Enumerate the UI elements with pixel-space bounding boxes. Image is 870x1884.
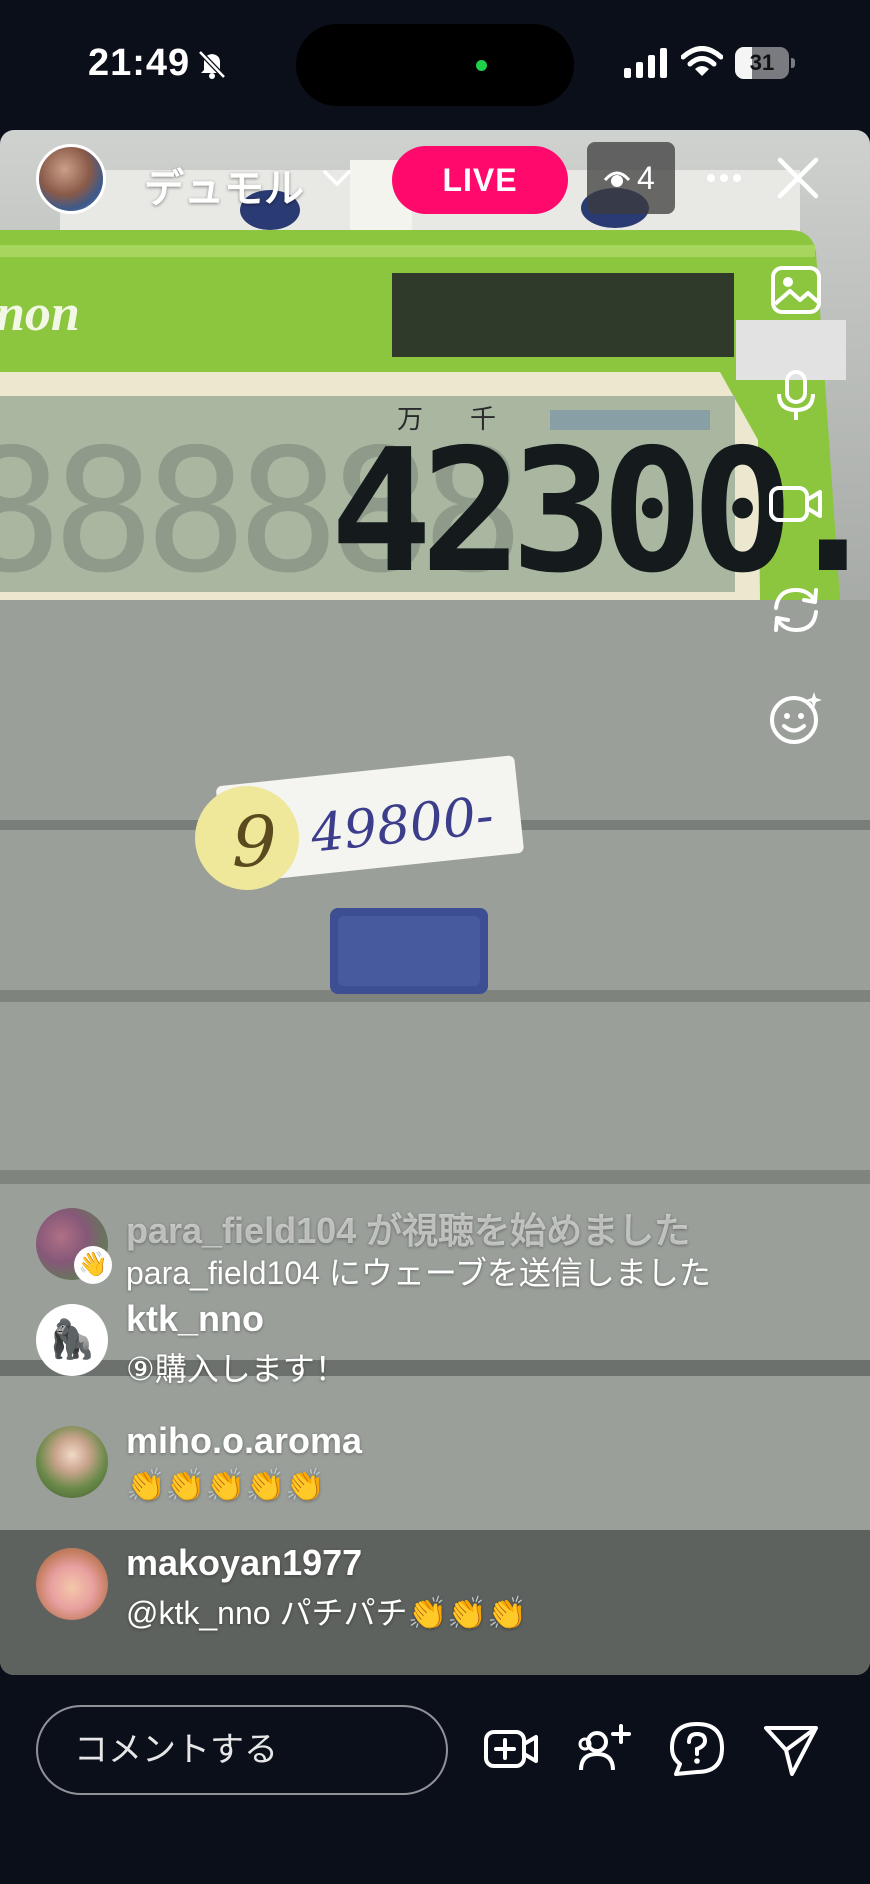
camera-indicator-dot	[476, 60, 487, 71]
bell-slash-icon	[198, 50, 226, 79]
comment-username[interactable]: makoyan1977	[126, 1542, 362, 1584]
comment-feed[interactable]: 👋 para_field104 が視聴を始めました para_field104 …	[0, 1192, 870, 1672]
chevron-down-icon[interactable]	[322, 166, 352, 190]
sticker-number: 9	[232, 801, 277, 883]
dynamic-island	[296, 24, 574, 106]
battery-level: 31	[749, 50, 775, 75]
image-icon	[771, 266, 821, 314]
question-button[interactable]	[668, 1720, 726, 1778]
commenter-avatar[interactable]: 🦍	[36, 1304, 108, 1376]
invite-guest-button[interactable]	[575, 1720, 633, 1778]
camera-icon	[769, 486, 822, 522]
send-button[interactable]	[762, 1720, 820, 1778]
comment-username[interactable]: ktk_nno	[126, 1298, 264, 1340]
status-bar: 21:49 31	[0, 0, 870, 130]
wave-badge: 👋	[74, 1246, 112, 1284]
comment-text: @ktk_nno パチパチ👏👏👏	[126, 1595, 527, 1631]
status-time: 21:49	[88, 42, 191, 84]
face-effects-button[interactable]	[768, 690, 824, 746]
comment-text: 👏👏👏👏👏	[126, 1467, 326, 1503]
commenter-avatar[interactable]	[36, 1548, 108, 1620]
live-header: デュモル LIVE 4	[0, 140, 870, 220]
join-notice: para_field104 が視聴を始めました	[126, 1210, 691, 1251]
image-button[interactable]	[768, 262, 824, 318]
more-icon[interactable]	[706, 168, 742, 188]
add-video-icon	[484, 1730, 538, 1768]
comment-username[interactable]: miho.o.aroma	[126, 1420, 362, 1462]
commenter-avatar[interactable]	[36, 1426, 108, 1498]
close-icon[interactable]	[776, 156, 820, 200]
microphone-icon	[777, 370, 815, 420]
host-avatar[interactable]	[36, 144, 106, 214]
comment-text: ⑨購入します！	[126, 1351, 347, 1387]
host-name[interactable]: デュモル	[144, 156, 304, 214]
comment-input[interactable]	[36, 1705, 448, 1795]
add-video-button[interactable]	[482, 1720, 540, 1778]
wifi-icon	[681, 46, 723, 76]
wave-notice: para_field104 にウェーブを送信しました	[126, 1255, 711, 1291]
camera-button[interactable]	[768, 476, 824, 532]
cellular-signal-icon	[624, 48, 667, 78]
viewer-count: 4	[637, 160, 655, 196]
flip-camera-icon	[774, 587, 818, 633]
face-effects-icon	[770, 692, 822, 744]
microphone-button[interactable]	[768, 368, 824, 424]
question-icon	[670, 1722, 724, 1776]
solar-panel	[392, 273, 734, 357]
flip-camera-button[interactable]	[768, 582, 824, 638]
viewer-count-pill[interactable]: 4	[587, 142, 675, 214]
eye-icon	[603, 171, 631, 187]
send-icon	[764, 1726, 818, 1776]
bottom-bar	[0, 1675, 870, 1884]
battery-icon: 31	[735, 47, 795, 79]
invite-guest-icon	[578, 1724, 631, 1771]
live-badge: LIVE	[392, 146, 568, 214]
calculator-brand: anon	[0, 285, 80, 342]
